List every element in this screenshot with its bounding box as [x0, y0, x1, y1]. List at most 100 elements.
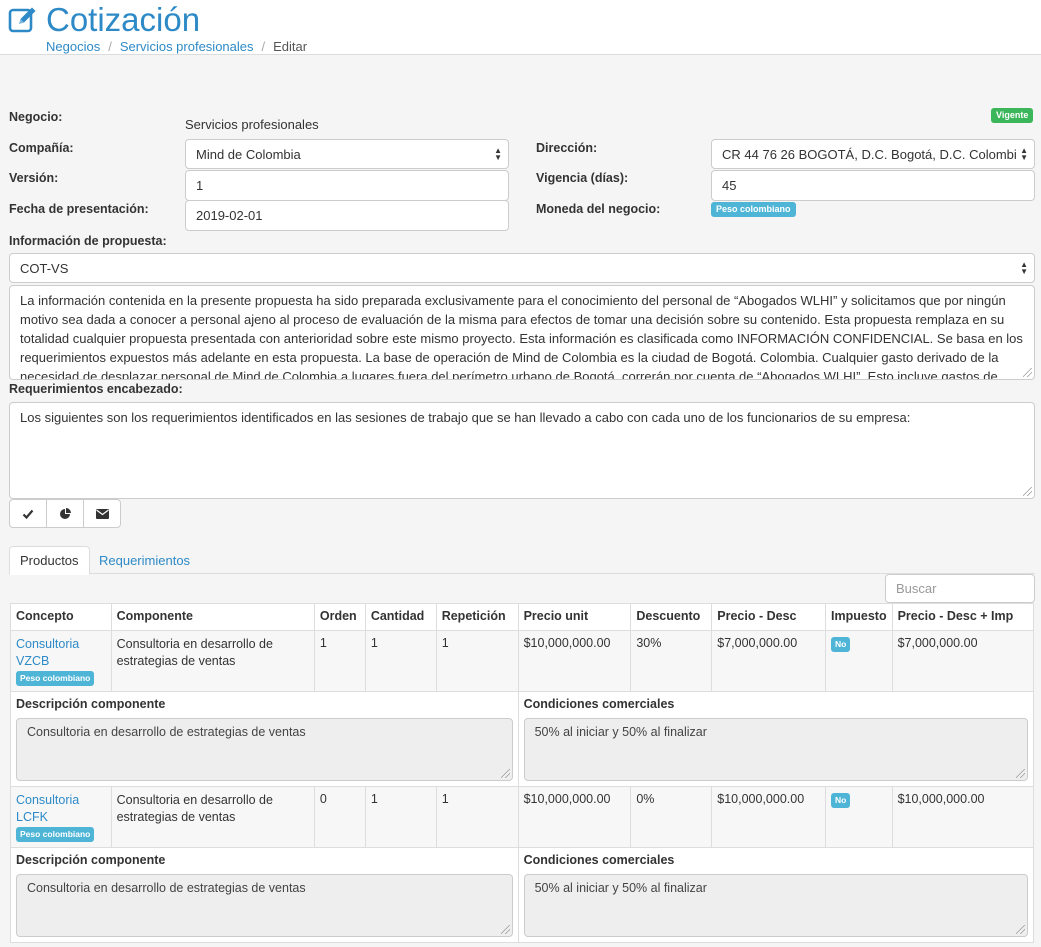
propuesta-select-value: COT-VS [20, 260, 69, 276]
breadcrumb: Negocios / Servicios profesionales / Edi… [46, 39, 307, 54]
envelope-icon [95, 508, 109, 519]
resize-grip-icon[interactable] [1016, 769, 1025, 778]
resize-grip-icon[interactable] [500, 925, 510, 934]
condiciones-cell: Condiciones comerciales 50% al iniciar y… [517, 691, 1035, 787]
vigencia-label: Vigencia (días): [536, 171, 629, 185]
table-row[interactable]: Consultoria VZCB Peso colombiano Consult… [10, 630, 1035, 692]
propuesta-text: La información contenida en la presente … [20, 293, 1023, 380]
vigencia-input[interactable]: 45 [711, 170, 1035, 201]
descripcion-textarea[interactable]: Consultoria en desarrollo de estrategias… [16, 874, 513, 937]
column-header[interactable]: Componente [110, 603, 315, 631]
page-title: Cotización [46, 1, 201, 38]
negocio-label: Negocio: [9, 110, 63, 124]
column-header[interactable]: Precio unit [517, 603, 632, 631]
impuesto-badge: No [831, 637, 851, 652]
column-header[interactable]: Descuento [630, 603, 713, 631]
table-header-row: Concepto Componente Orden Cantidad Repet… [10, 603, 1035, 631]
precio-unit-cell: $10,000,000.00 [517, 630, 632, 692]
componente-cell: Consultoria en desarrollo de estrategias… [110, 630, 315, 692]
concepto-cell: Consultoria VZCB Peso colombiano [10, 630, 112, 692]
table-detail-row: Descripción componente Consultoria en de… [10, 691, 1035, 787]
column-header[interactable]: Precio - Desc + Imp [891, 603, 1035, 631]
impuesto-badge: No [831, 793, 851, 808]
table-row[interactable]: Consultoria LCFK Peso colombiano Consult… [10, 786, 1035, 848]
column-header[interactable]: Orden [313, 603, 366, 631]
condiciones-cell: Condiciones comerciales 50% al iniciar y… [517, 847, 1035, 943]
title-row: Cotización [8, 2, 200, 38]
column-header[interactable]: Precio - Desc [711, 603, 827, 631]
table-detail-row: Descripción componente Consultoria en de… [10, 847, 1035, 943]
version-input-value: 1 [196, 178, 204, 193]
compania-select[interactable]: Mind de Colombia ▲ ▼ [185, 139, 509, 169]
version-input[interactable]: 1 [185, 170, 509, 201]
chart-button[interactable] [46, 499, 84, 528]
impuesto-cell: No [825, 786, 893, 848]
precio-desc-cell: $10,000,000.00 [711, 786, 827, 848]
select-arrows-icon: ▲ ▼ [494, 146, 502, 162]
condiciones-text: 50% al iniciar y 50% al finalizar [534, 725, 707, 739]
condiciones-label: Condiciones comerciales [523, 697, 675, 711]
direccion-label: Dirección: [536, 141, 598, 155]
negocio-value: Servicios profesionales [185, 117, 319, 132]
select-arrows-icon: ▲ ▼ [1020, 146, 1028, 162]
tab-productos[interactable]: Productos [9, 546, 90, 575]
compania-label: Compañía: [9, 141, 74, 155]
column-header[interactable]: Repetición [435, 603, 519, 631]
condiciones-textarea[interactable]: 50% al iniciar y 50% al finalizar [523, 718, 1028, 781]
search-input[interactable]: Buscar [885, 574, 1035, 603]
precio-unit-cell: $10,000,000.00 [517, 786, 632, 848]
breadcrumb-current: Editar [273, 39, 308, 54]
cantidad-cell: 1 [364, 630, 437, 692]
descripcion-text: Consultoria en desarrollo de estrategias… [27, 881, 306, 895]
compania-select-value: Mind de Colombia [196, 146, 301, 162]
concepto-cell: Consultoria LCFK Peso colombiano [10, 786, 112, 848]
action-toolbar [9, 499, 121, 528]
fecha-input[interactable]: 2019-02-01 [185, 200, 509, 231]
approve-button[interactable] [9, 499, 47, 528]
concepto-link[interactable]: Consultoria LCFK [16, 792, 106, 826]
moneda-label: Moneda del negocio: [536, 202, 661, 216]
email-button[interactable] [83, 499, 121, 528]
column-header[interactable]: Cantidad [364, 603, 437, 631]
page-header: Cotización Negocios / Servicios profesio… [0, 0, 1041, 55]
propuesta-select[interactable]: COT-VS ▲ ▼ [9, 253, 1035, 283]
precio-desc-cell: $7,000,000.00 [711, 630, 827, 692]
impuesto-cell: No [825, 630, 893, 692]
breadcrumb-negocios[interactable]: Negocios [46, 39, 100, 54]
orden-cell: 1 [313, 630, 366, 692]
condiciones-label: Condiciones comerciales [523, 853, 675, 867]
orden-cell: 0 [313, 786, 366, 848]
propuesta-textarea[interactable]: La información contenida en la presente … [9, 285, 1035, 380]
resize-grip-icon[interactable] [1016, 925, 1025, 934]
componente-cell: Consultoria en desarrollo de estrategias… [110, 786, 315, 848]
resize-grip-icon[interactable] [1023, 487, 1032, 496]
cantidad-cell: 1 [364, 786, 437, 848]
breadcrumb-separator: / [108, 39, 112, 54]
precio-total-cell: $10,000,000.00 [891, 786, 1035, 848]
breadcrumb-servicios[interactable]: Servicios profesionales [120, 39, 254, 54]
column-header[interactable]: Concepto [10, 603, 112, 631]
tab-bar: Productos Requerimientos [9, 546, 1035, 575]
condiciones-textarea[interactable]: 50% al iniciar y 50% al finalizar [523, 874, 1028, 937]
descuento-cell: 30% [630, 630, 713, 692]
repeticion-cell: 1 [435, 786, 519, 848]
version-label: Versión: [9, 171, 59, 185]
breadcrumb-separator: / [261, 39, 266, 54]
select-arrows-icon: ▲ ▼ [1020, 260, 1028, 276]
resize-grip-icon[interactable] [1023, 368, 1032, 377]
pie-chart-icon [60, 507, 71, 519]
propuesta-label: Información de propuesta: [9, 234, 167, 248]
resize-grip-icon[interactable] [500, 769, 510, 778]
column-header[interactable]: Impuesto [825, 603, 893, 631]
direccion-select[interactable]: CR 44 76 26 BOGOTÁ, D.C. Bogotá, D.C. Co… [711, 139, 1035, 169]
concepto-link[interactable]: Consultoria VZCB [16, 636, 106, 670]
descuento-cell: 0% [630, 786, 713, 848]
fecha-label: Fecha de presentación: [9, 202, 149, 216]
requerimientos-text: Los siguientes son los requerimientos id… [20, 410, 911, 425]
tab-requerimientos[interactable]: Requerimientos [89, 546, 200, 574]
moneda-badge: Peso colombiano [16, 827, 95, 842]
requerimientos-textarea[interactable]: Los siguientes son los requerimientos id… [9, 402, 1035, 499]
descripcion-text: Consultoria en desarrollo de estrategias… [27, 725, 306, 739]
moneda-badge: Peso colombiano [16, 671, 95, 686]
descripcion-textarea[interactable]: Consultoria en desarrollo de estrategias… [16, 718, 513, 781]
